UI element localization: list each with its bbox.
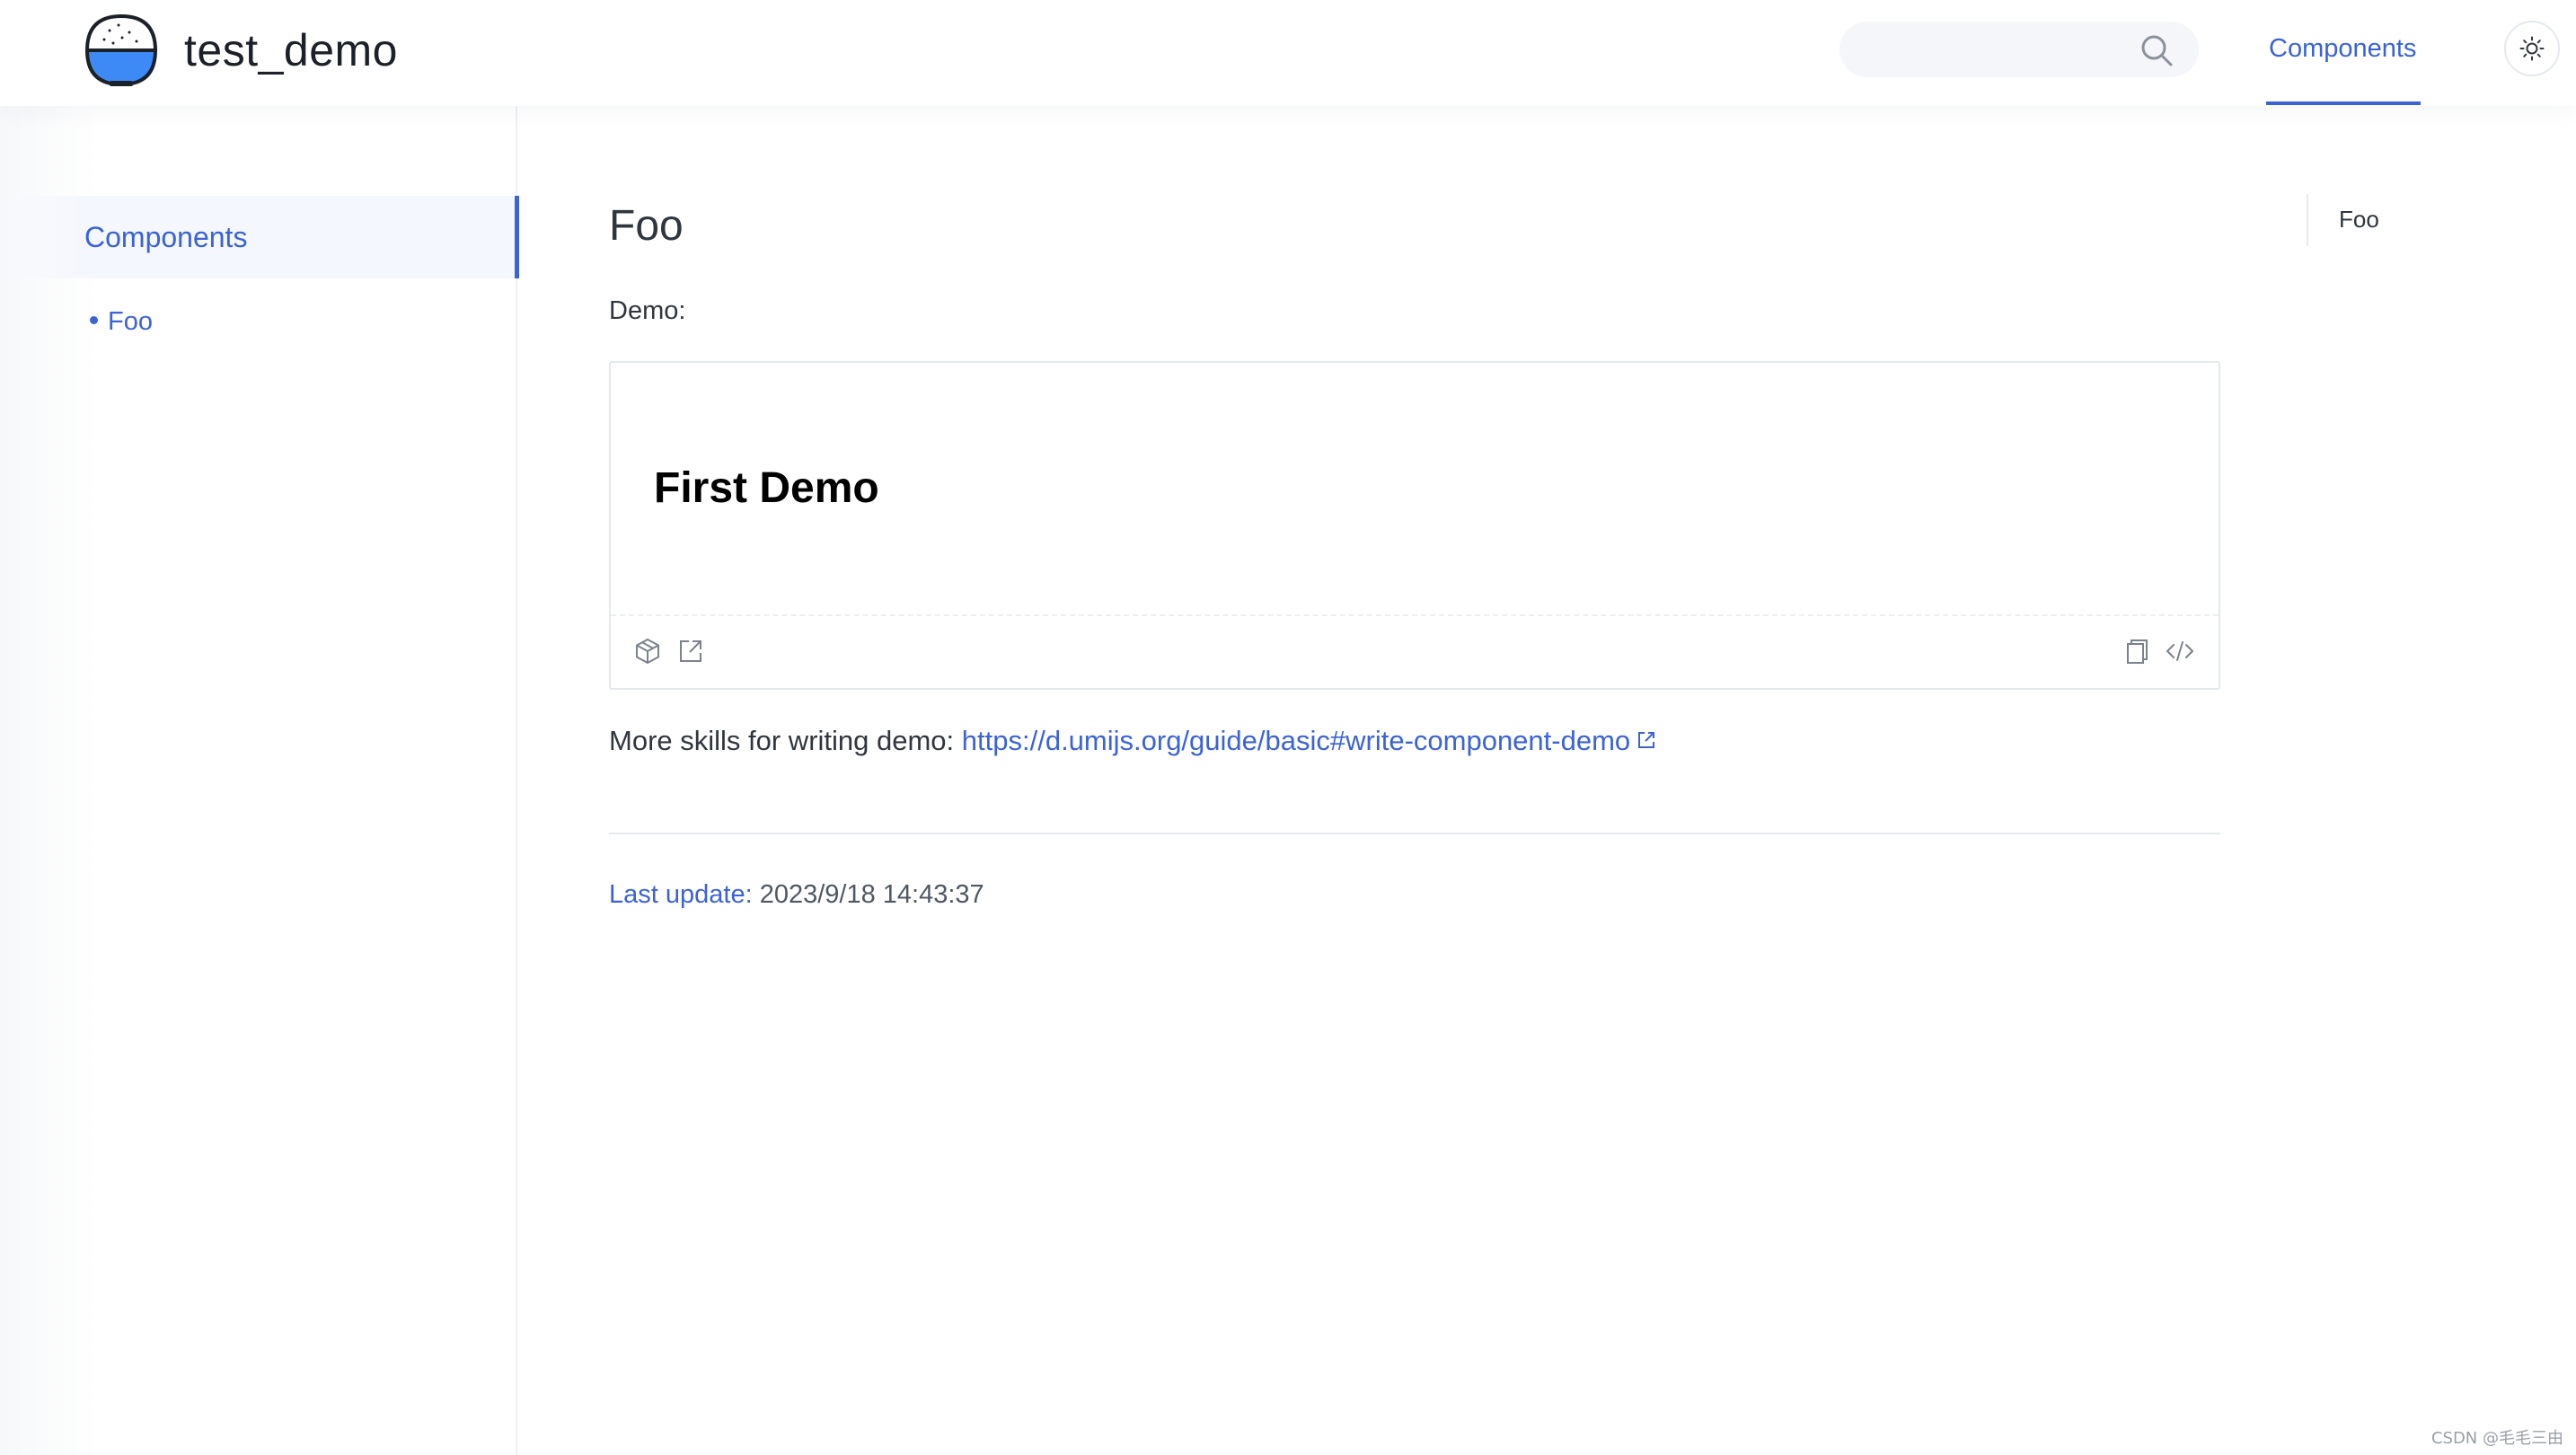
copy-icon[interactable]: [2122, 636, 2152, 666]
sidebar-item-label: Foo: [108, 307, 153, 336]
codesandbox-icon[interactable]: [632, 636, 663, 666]
sidebar-group-title: Components: [84, 221, 248, 253]
write-demo-link[interactable]: https://d.umijs.org/guide/basic#write-co…: [962, 725, 1630, 756]
external-link-icon: [1638, 731, 1655, 748]
sidebar-group-components[interactable]: Components: [0, 196, 519, 278]
nav-active-indicator: [2266, 101, 2421, 105]
last-update: Last update: 2023/9/18 14:43:37: [609, 877, 984, 913]
last-update-value: 2023/9/18 14:43:37: [759, 880, 984, 909]
search-input[interactable]: [1839, 22, 2145, 77]
open-external-icon[interactable]: [675, 636, 706, 666]
sidebar-item-foo[interactable]: Foo: [90, 304, 153, 340]
demo-actions-bar: [611, 616, 2219, 688]
more-skills-paragraph: More skills for writing demo: https://d.…: [609, 722, 1657, 760]
rice-bowl-logo-icon[interactable]: [83, 11, 160, 88]
code-icon[interactable]: [2165, 636, 2195, 666]
top-header: test_demo Components: [0, 0, 2576, 106]
content-divider: [609, 833, 2220, 834]
nav-link-components[interactable]: Components: [2269, 31, 2416, 66]
demo-label: Demo:: [609, 296, 686, 325]
sun-icon: [2519, 36, 2545, 61]
page-title: Foo: [609, 202, 684, 250]
site-title[interactable]: test_demo: [184, 23, 398, 77]
theme-toggle-button[interactable]: [2504, 21, 2560, 76]
demo-card: First Demo: [609, 361, 2220, 690]
demo-heading: First Demo: [654, 464, 879, 512]
demo-preview: First Demo: [611, 363, 2219, 616]
toc-item-foo[interactable]: Foo: [2339, 203, 2379, 235]
table-of-contents: Foo: [2307, 194, 2486, 246]
bullet-dot-icon: [90, 315, 98, 324]
search-icon[interactable]: [2139, 33, 2174, 67]
more-skills-text: More skills for writing demo:: [609, 725, 962, 756]
last-update-label: Last update:: [609, 880, 753, 909]
sidebar: Components Foo: [0, 106, 519, 1455]
watermark: CSDN @毛毛三由: [2430, 1429, 2563, 1448]
